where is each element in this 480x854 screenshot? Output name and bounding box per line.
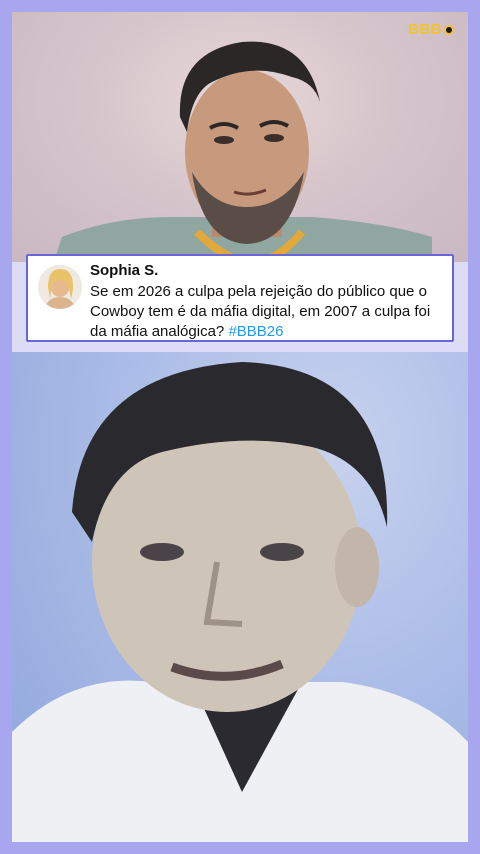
- tweet-text: Se em 2026 a culpa pela rejeição do públ…: [90, 282, 448, 342]
- hashtag-link[interactable]: #BBB26: [228, 323, 283, 340]
- top-photo: BBB: [12, 12, 468, 267]
- tweet-author: Sophia S.: [90, 262, 159, 279]
- logo-eye-icon: [444, 24, 454, 35]
- avatar-image: [38, 265, 82, 309]
- bbb-logo: BBB: [408, 21, 454, 38]
- man-portrait-image: [52, 41, 432, 267]
- avatar: [38, 265, 82, 309]
- bottom-photo: [12, 352, 468, 842]
- video-frame: BBB Sophia S. Se em 2026 a culpa pela re…: [12, 12, 468, 842]
- tweet-card: Sophia S. Se em 2026 a culpa pela rejeiç…: [26, 254, 454, 342]
- man-archive-image: [12, 362, 468, 842]
